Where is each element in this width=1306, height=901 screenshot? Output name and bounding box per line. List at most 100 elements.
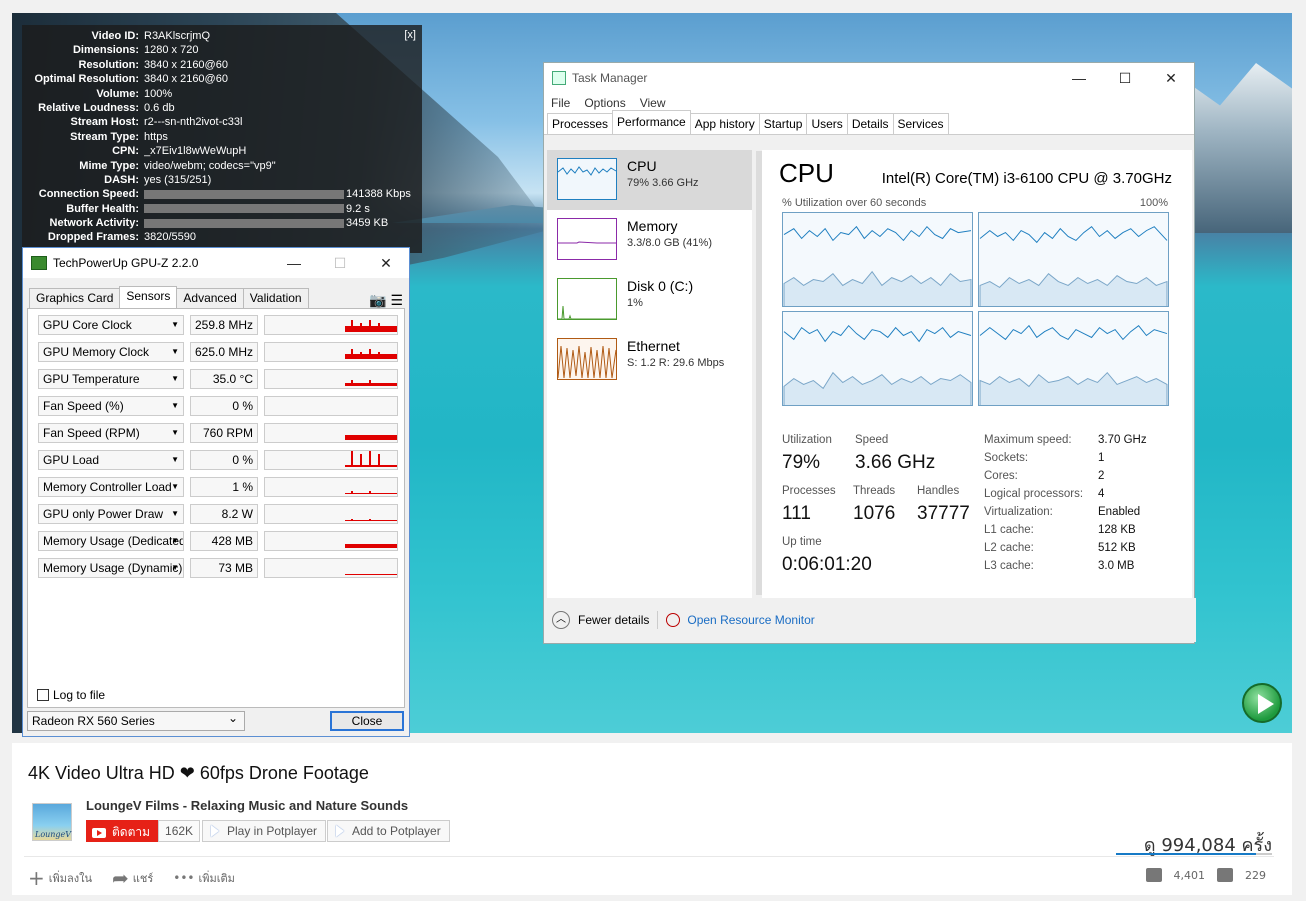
tm-titlebar[interactable]: Task Manager — ☐ ✕ <box>544 63 1194 93</box>
tab-details[interactable]: Details <box>846 113 894 134</box>
resource-cpu[interactable]: CPU 79% 3.66 GHz <box>547 150 752 210</box>
spec-label: L2 cache: <box>984 542 1034 554</box>
maximize-icon[interactable]: ☐ <box>317 255 363 272</box>
resource-disk[interactable]: Disk 0 (C:) 1% <box>547 270 752 330</box>
core-graph-3 <box>978 311 1169 406</box>
stats-key: Stream Host: <box>70 116 139 129</box>
open-resource-monitor-link[interactable]: Open Resource Monitor <box>687 613 814 627</box>
close-icon[interactable]: ✕ <box>363 255 409 272</box>
log-to-file-checkbox[interactable] <box>37 689 49 701</box>
device-select[interactable]: Radeon RX 560 Series <box>27 709 245 731</box>
stats-row: Relative Loudness: 0.6 db <box>22 101 422 115</box>
page: [x] Video ID: R3AKlscrjmQ Dimensions: 1280 … <box>0 0 1306 901</box>
gpuz-close-button[interactable]: Close <box>330 711 404 731</box>
spec-label: Maximum speed: <box>984 434 1072 446</box>
sensor-graph-spike <box>351 544 353 548</box>
stats-row: Resolution: 3840 x 2160@60 <box>22 58 422 72</box>
play-in-potplayer-button[interactable]: Play in Potplayer <box>202 820 327 842</box>
tab-users[interactable]: Users <box>806 113 848 134</box>
share-button[interactable]: ➦ แชร์ <box>112 866 153 890</box>
sensor-name-select[interactable]: GPU only Power Draw <box>38 504 184 524</box>
stats-row: Stream Type: https <box>22 130 422 144</box>
plus-icon: + <box>28 866 45 890</box>
sensor-graph-spike <box>378 323 380 332</box>
minimize-icon[interactable]: — <box>1056 70 1102 86</box>
sensor-graph <box>264 423 398 443</box>
sensor-graph-spike <box>369 491 371 494</box>
close-icon[interactable]: ✕ <box>1148 70 1194 87</box>
sensor-graph-spike <box>369 544 371 548</box>
like-count: 4,401 <box>1173 868 1206 882</box>
minimize-icon[interactable]: — <box>271 255 317 271</box>
sensor-value: 8.2 W <box>190 504 258 524</box>
stats-value: 141388 Kbps <box>144 187 422 201</box>
like-ratio-bar <box>1116 853 1272 855</box>
sensor-name-select[interactable]: GPU Core Clock <box>38 315 184 335</box>
thumbs-down-icon[interactable] <box>1217 868 1233 882</box>
tab-performance[interactable]: Performance <box>612 110 691 134</box>
stats-bar <box>144 218 344 228</box>
play-outline-icon <box>336 825 344 837</box>
tab-services[interactable]: Services <box>892 113 949 134</box>
add-to-potplayer-button[interactable]: Add to Potplayer <box>327 820 450 842</box>
resource-ethernet[interactable]: Ethernet S: 1.2 R: 29.6 Mbps <box>547 330 752 390</box>
sensor-name-select[interactable]: Memory Controller Load <box>38 477 184 497</box>
menu-file[interactable]: File <box>551 96 570 110</box>
youtube-icon <box>92 827 106 838</box>
chevron-up-icon[interactable]: ︿ <box>552 611 570 629</box>
log-to-file[interactable]: Log to file <box>37 688 105 702</box>
stats-row: Mime Type: video/webm; codecs="vp9" <box>22 159 422 173</box>
channel-avatar[interactable]: LoungeV <box>32 803 72 841</box>
tab-graphics-card[interactable]: Graphics Card <box>29 288 121 308</box>
core-graph-2 <box>782 311 973 406</box>
play-icon[interactable] <box>1242 683 1282 723</box>
sensor-name-select[interactable]: Memory Usage (Dynamic) <box>38 558 184 578</box>
add-potplayer-label: Add to Potplayer <box>352 824 441 838</box>
sensor-row: Memory Usage (Dedicated) 428 MB <box>38 530 404 552</box>
tab-sensors[interactable]: Sensors <box>119 286 178 308</box>
stats-row: Connection Speed: 141388 Kbps <box>22 187 422 201</box>
threads-value: 1076 <box>853 503 896 524</box>
stats-close-button[interactable]: [x] <box>404 29 416 41</box>
channel-name[interactable]: LoungeV Films - Relaxing Music and Natur… <box>86 798 408 813</box>
sensor-value: 0 % <box>190 450 258 470</box>
resource-name: CPU <box>627 158 657 174</box>
menu-options[interactable]: Options <box>584 96 625 110</box>
stats-row: Optimal Resolution: 3840 x 2160@60 <box>22 72 422 86</box>
sensor-name-select[interactable]: Memory Usage (Dedicated) <box>38 531 184 551</box>
maximize-icon[interactable]: ☐ <box>1102 70 1148 87</box>
stats-key: Resolution: <box>78 58 140 71</box>
sensor-name-select[interactable]: Fan Speed (RPM) <box>38 423 184 443</box>
cpu-title: CPU <box>779 158 834 188</box>
thumbs-up-icon[interactable] <box>1145 868 1162 882</box>
tab-app-history[interactable]: App history <box>689 113 760 134</box>
resource-monitor-icon[interactable] <box>666 613 681 627</box>
tab-processes[interactable]: Processes <box>547 113 614 134</box>
stats-key: Buffer Health: <box>66 202 139 215</box>
cpu-thumbnail <box>557 158 617 200</box>
ethernet-thumbnail <box>557 338 617 380</box>
tab-validation[interactable]: Validation <box>242 288 309 308</box>
resource-memory[interactable]: Memory 3.3/8.0 GB (41%) <box>547 210 752 270</box>
gpuz-titlebar[interactable]: TechPowerUp GPU-Z 2.2.0 — ☐ ✕ <box>23 248 409 278</box>
tab-startup[interactable]: Startup <box>758 113 808 134</box>
add-to-button[interactable]: + เพิ่มลงใน <box>28 866 92 890</box>
sensor-name-select[interactable]: GPU Load <box>38 450 184 470</box>
tab-advanced[interactable]: Advanced <box>176 288 244 308</box>
sensor-graph-spike <box>351 380 353 386</box>
sensor-graph-spike <box>369 574 371 575</box>
camera-icon[interactable]: 📷 ☰ <box>369 292 403 309</box>
more-button[interactable]: ••• เพิ่มเติม <box>173 869 235 887</box>
sensor-graph-spike <box>360 454 362 467</box>
sensor-name-select[interactable]: GPU Memory Clock <box>38 342 184 362</box>
stats-row: Dimensions: 1280 x 720 <box>22 43 422 57</box>
menu-view[interactable]: View <box>640 96 666 110</box>
resource-sub: 79% 3.66 GHz <box>627 177 699 189</box>
video-title: 4K Video Ultra HD ❤ 60fps Drone Footage <box>28 763 369 783</box>
sensor-name-select[interactable]: Fan Speed (%) <box>38 396 184 416</box>
subscribe-button[interactable]: ติดตาม <box>86 820 159 842</box>
share-icon: ➦ <box>112 866 129 890</box>
subscriber-count: 162K <box>158 820 201 842</box>
sensor-name-select[interactable]: GPU Temperature <box>38 369 184 389</box>
fewer-details-link[interactable]: Fewer details <box>578 613 649 627</box>
